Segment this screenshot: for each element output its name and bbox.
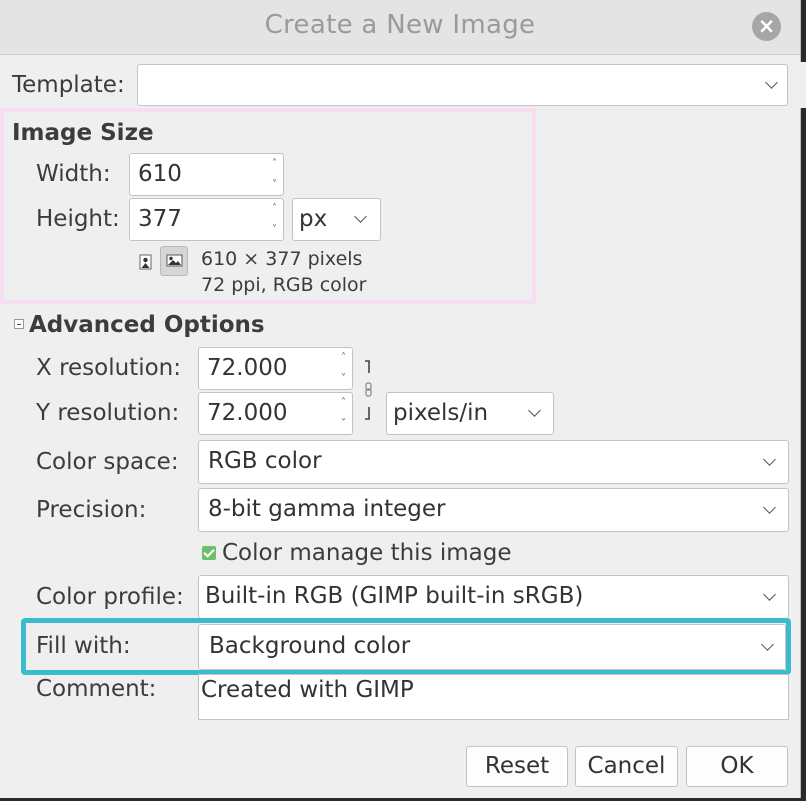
dialog-title: Create a New Image	[264, 10, 536, 40]
chevron-down-icon	[528, 404, 541, 417]
chevron-down-icon	[765, 76, 778, 89]
height-input[interactable]: 377 ˄ ˅	[129, 198, 284, 241]
height-value: 377	[138, 206, 182, 232]
color-profile-combo[interactable]: Built-in RGB (GIMP built-in sRGB)	[198, 575, 789, 619]
x-resolution-input[interactable]: 72.000 ˄ ˅	[198, 347, 353, 390]
chevron-down-icon	[763, 453, 776, 466]
image-resolution-info: 72 ppi, RGB color	[201, 274, 367, 296]
spin-up-icon[interactable]: ˄	[341, 398, 346, 408]
color-space-value: RGB color	[208, 448, 322, 474]
size-unit-value: px	[299, 206, 328, 232]
chevron-down-icon	[761, 638, 774, 651]
y-resolution-label: Y resolution:	[36, 400, 180, 426]
collapse-toggle-icon[interactable]	[14, 319, 24, 329]
reset-button[interactable]: Reset	[466, 746, 568, 787]
advanced-options-heading[interactable]: Advanced Options	[29, 312, 265, 338]
color-manage-label[interactable]: Color manage this image	[222, 540, 512, 566]
x-resolution-label: X resolution:	[36, 355, 181, 381]
chevron-down-icon	[354, 210, 367, 223]
precision-value: 8-bit gamma integer	[208, 496, 446, 522]
color-space-combo[interactable]: RGB color	[198, 440, 789, 484]
spin-up-icon[interactable]: ˄	[272, 159, 277, 169]
close-icon[interactable]: ×	[752, 12, 781, 41]
spin-up-icon[interactable]: ˄	[341, 353, 346, 363]
spin-down-icon[interactable]: ˅	[341, 374, 346, 384]
color-profile-value: Built-in RGB (GIMP built-in sRGB)	[205, 583, 584, 609]
y-resolution-input[interactable]: 72.000 ˄ ˅	[198, 392, 353, 435]
precision-label: Precision:	[36, 497, 147, 523]
resolution-unit-value: pixels/in	[393, 400, 489, 426]
comment-value: Created with GIMP	[201, 677, 414, 703]
create-new-image-dialog: Create a New Image × Template: Image Siz…	[0, 0, 806, 798]
chevron-down-icon	[763, 501, 776, 514]
template-combo[interactable]	[137, 64, 788, 106]
precision-combo[interactable]: 8-bit gamma integer	[198, 488, 789, 532]
width-input[interactable]: 610 ˄ ˅	[129, 153, 284, 196]
height-label: Height:	[36, 206, 120, 232]
ok-button[interactable]: OK	[686, 746, 788, 787]
chain-link-icon[interactable]	[361, 357, 375, 423]
spin-up-icon[interactable]: ˄	[272, 204, 277, 214]
landscape-icon[interactable]	[160, 246, 188, 276]
spin-down-icon[interactable]: ˅	[272, 225, 277, 235]
spin-down-icon[interactable]: ˅	[341, 419, 346, 429]
fill-with-combo[interactable]: Background color	[198, 624, 786, 670]
color-profile-label: Color profile:	[36, 584, 184, 610]
fill-with-label: Fill with:	[36, 633, 131, 659]
image-size-heading: Image Size	[12, 120, 154, 146]
title-bar: Create a New Image ×	[0, 0, 800, 55]
size-unit-combo[interactable]: px	[292, 198, 381, 241]
cancel-button[interactable]: Cancel	[575, 746, 678, 787]
template-label: Template:	[12, 72, 125, 98]
resolution-unit-combo[interactable]: pixels/in	[386, 392, 554, 435]
x-resolution-value: 72.000	[207, 355, 288, 381]
portrait-icon[interactable]	[133, 248, 159, 276]
y-resolution-value: 72.000	[207, 400, 288, 426]
chevron-down-icon	[763, 588, 776, 601]
width-label: Width:	[36, 161, 111, 187]
fill-with-value: Background color	[209, 633, 411, 659]
image-dimensions-info: 610 × 377 pixels	[201, 248, 363, 270]
comment-textarea[interactable]: Created with GIMP	[198, 674, 789, 720]
spin-down-icon[interactable]: ˅	[272, 180, 277, 190]
color-space-label: Color space:	[36, 449, 179, 475]
comment-label: Comment:	[36, 676, 157, 702]
width-value: 610	[138, 161, 182, 187]
color-manage-checkbox[interactable]	[202, 546, 216, 560]
window-edge	[800, 62, 806, 108]
